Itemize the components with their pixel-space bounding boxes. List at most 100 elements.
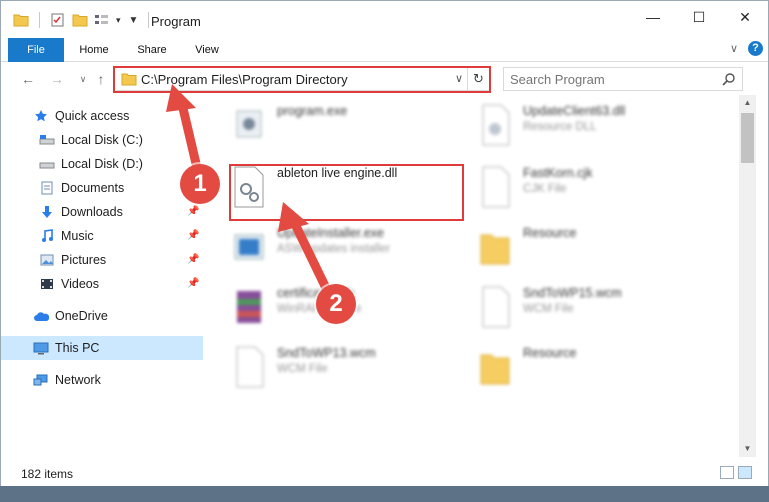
folder-icon[interactable] — [13, 13, 29, 27]
tab-view[interactable]: View — [185, 38, 229, 62]
sidebar-item-quick-access[interactable]: Quick access — [33, 104, 203, 128]
sidebar-item-label: Local Disk (D:) — [61, 157, 143, 171]
details-view-icon[interactable] — [720, 466, 734, 479]
file-icon — [482, 286, 510, 328]
large-icons-view-icon[interactable] — [738, 466, 752, 479]
title-bar: ▾ ▼ Program — ☐ ✕ — [1, 1, 768, 39]
navigation-bar: ← → ∨ ↑ C:\Program Files\Program Directo… — [1, 63, 768, 95]
sidebar-item-label: Documents — [61, 181, 125, 195]
music-icon — [39, 228, 55, 244]
file-type: WCM File — [277, 363, 328, 375]
file-item[interactable]: FastKorn.cjk CJK File — [477, 165, 717, 215]
file-item[interactable]: Resource — [477, 345, 717, 395]
scroll-down-icon[interactable]: ▼ — [739, 441, 756, 457]
toolbar-separator — [148, 12, 150, 28]
file-item[interactable]: Resource — [477, 225, 717, 275]
file-name: UpdateClient63.dll — [523, 104, 626, 118]
sidebar-item-pictures[interactable]: Pictures — [39, 248, 189, 272]
file-highlight-box — [229, 164, 464, 221]
scroll-thumb[interactable] — [741, 113, 754, 163]
file-item[interactable]: SndToWP15.wcm WCM File — [477, 285, 717, 335]
sidebar-item-local-disk-c[interactable]: Local Disk (C:) — [39, 128, 203, 152]
address-highlight-box — [113, 66, 491, 93]
properties-icon[interactable] — [50, 13, 66, 27]
sidebar-item-local-disk-d[interactable]: Local Disk (D:) — [39, 152, 203, 176]
expand-ribbon-icon[interactable]: ∨ — [730, 42, 738, 55]
installer-icon — [234, 234, 264, 260]
sidebar-item-label: Pictures — [61, 253, 107, 267]
tab-share[interactable]: Share — [128, 38, 176, 62]
sidebar-item-videos[interactable]: Videos — [39, 272, 189, 296]
pin-icon[interactable]: 📌 — [187, 206, 199, 217]
ribbon-right-controls: ∨ ? — [730, 41, 763, 56]
file-name: Resource — [523, 346, 577, 360]
pictures-icon — [39, 252, 55, 268]
computer-icon — [33, 340, 49, 356]
scroll-up-icon[interactable]: ▲ — [739, 95, 756, 111]
pin-icon[interactable]: 📌 — [187, 278, 199, 289]
file-type: Resource DLL — [523, 121, 597, 133]
documents-icon — [39, 180, 55, 196]
up-button[interactable]: ↑ — [92, 69, 110, 89]
window-title: Program — [151, 14, 201, 29]
file-name: program.exe — [277, 104, 348, 118]
minimize-button[interactable]: — — [630, 1, 676, 33]
drive-icon — [39, 132, 55, 148]
close-button[interactable]: ✕ — [722, 1, 768, 33]
sidebar-item-network[interactable]: Network — [33, 368, 203, 392]
sidebar-item-label: This PC — [55, 341, 100, 355]
dll-file-icon — [482, 104, 510, 146]
navigation-pane: Quick access Local Disk (C:) Local Disk … — [1, 95, 207, 457]
sidebar-item-label: Network — [55, 373, 101, 387]
pin-icon[interactable]: 📌 — [187, 230, 199, 241]
recent-locations-button[interactable]: ∨ — [74, 69, 92, 89]
pin-icon[interactable]: 📌 — [187, 254, 199, 265]
ribbon-tabs: File Home Share View ∨ ? — [1, 38, 768, 62]
sidebar-item-label: OneDrive — [55, 309, 108, 323]
help-icon[interactable]: ? — [748, 41, 763, 56]
view-toggle — [720, 466, 752, 479]
vertical-scrollbar[interactable]: ▲ ▼ — [739, 95, 756, 457]
search-box[interactable] — [503, 67, 743, 91]
new-folder-icon[interactable] — [72, 13, 88, 27]
file-list: program.exe UpdateClient63.dll Resource D… — [207, 95, 739, 457]
folder-icon — [480, 234, 510, 265]
sidebar-item-onedrive[interactable]: OneDrive — [33, 304, 203, 328]
sidebar-item-label: Local Disk (C:) — [61, 133, 143, 147]
file-explorer-window: ▾ ▼ Program — ☐ ✕ File Home Share View ∨… — [0, 0, 769, 502]
qat-menu-icon[interactable]: ▼ — [129, 15, 139, 26]
sidebar-item-downloads[interactable]: Downloads — [39, 200, 189, 224]
sidebar-item-label: Quick access — [55, 109, 130, 123]
file-item[interactable]: SndToWP13.wcm WCM File — [231, 345, 461, 395]
sidebar-item-music[interactable]: Music — [39, 224, 189, 248]
tab-file[interactable]: File — [8, 38, 64, 62]
file-item[interactable]: UpdateInstaller.exe ASW updates installer — [231, 225, 461, 275]
sidebar-item-documents[interactable]: Documents — [39, 176, 203, 200]
chevron-down-icon[interactable]: ▾ — [116, 15, 121, 26]
folder-icon — [480, 354, 510, 385]
file-name: UpdateInstaller.exe — [277, 226, 385, 240]
sidebar-item-this-pc[interactable]: This PC — [1, 336, 203, 360]
file-item[interactable]: program.exe — [231, 103, 451, 153]
sidebar-item-label: Videos — [61, 277, 99, 291]
step-2-callout: 2 — [316, 284, 356, 324]
videos-icon — [39, 276, 55, 292]
forward-button[interactable]: → — [48, 69, 66, 89]
file-item[interactable]: UpdateClient63.dll Resource DLL — [477, 103, 717, 153]
file-name: FastKorn.cjk — [523, 166, 593, 180]
file-name: SndToWP15.wcm — [523, 286, 622, 300]
back-button[interactable]: ← — [19, 69, 37, 89]
sidebar-item-label: Downloads — [61, 205, 123, 219]
tab-home[interactable]: Home — [69, 38, 119, 62]
desktop-background — [0, 486, 769, 502]
step-1-callout: 1 — [180, 164, 220, 204]
customize-icon[interactable] — [94, 13, 110, 27]
item-count: 182 items — [21, 467, 74, 481]
search-icon[interactable] — [722, 72, 736, 86]
status-bar: 182 items — [1, 459, 768, 487]
quick-access-toolbar: ▾ ▼ — [13, 12, 153, 28]
maximize-button[interactable]: ☐ — [676, 1, 722, 33]
search-input[interactable] — [510, 71, 710, 87]
file-name: Resource — [523, 226, 577, 240]
file-type: ASW updates installer — [277, 243, 391, 255]
